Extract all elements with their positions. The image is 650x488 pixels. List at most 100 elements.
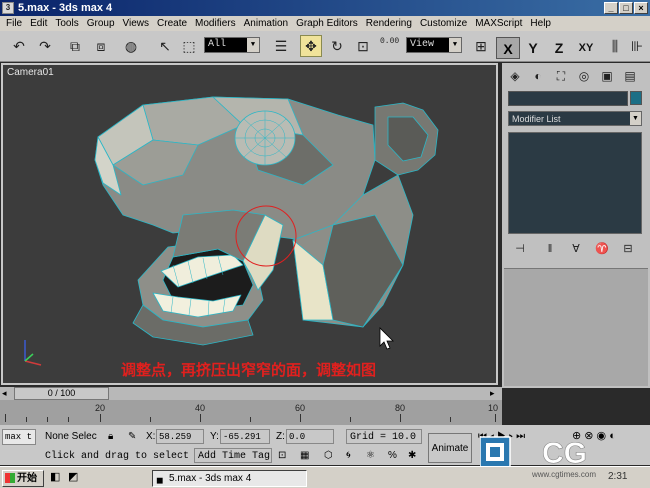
taskbar-item-3dsmax[interactable]: ◼ 5.max - 3ds max 4 <box>152 470 307 487</box>
snap-toggle-icon[interactable]: ⚛ <box>366 448 380 463</box>
align-icon[interactable]: ⊪ <box>626 35 648 57</box>
command-panel: ◈ ◐ ⛶ ◎ ▣ ▤ Modifier List ▼ ⊣ ‖ ∀ ♈ ⊟ <box>502 63 650 388</box>
utilities-tab-icon[interactable]: ▤ <box>621 67 639 85</box>
watermark-url: www.cgtimes.com <box>532 470 597 479</box>
menu-maxscript[interactable]: MAXScript <box>471 16 526 31</box>
pin-stack-icon[interactable]: ⊣ <box>512 241 528 257</box>
z-coordinate-field[interactable]: 0.0 <box>286 429 334 444</box>
track-ruler[interactable]: 20 40 60 80 10 <box>0 400 502 425</box>
parameters-rollout <box>504 268 648 386</box>
x-coordinate-field[interactable]: 58.259 <box>156 429 204 444</box>
time-slider[interactable]: 0 / 100 <box>14 387 109 400</box>
menu-views[interactable]: Views <box>119 16 154 31</box>
bind-space-warp-icon[interactable]: ◍ <box>120 35 142 57</box>
tutorial-caption: 调整点，再挤压出窄窄的面，调整如图 <box>121 361 377 379</box>
edge-snap-icon[interactable]: ✱ <box>408 448 422 463</box>
maximize-button[interactable]: □ <box>619 2 633 14</box>
main-toolbar: ↶ ↷ ⧉ ⧈ ◍ ↖ ⬚ All ▼ ☰ ✥ ↻ ⊡ 0.00 View ▼ … <box>0 31 650 62</box>
axis-tripod-icon <box>24 340 42 366</box>
hierarchy-tab-icon[interactable]: ⛶ <box>552 67 570 85</box>
menu-group[interactable]: Group <box>83 16 119 31</box>
modify-tab-icon[interactable]: ◐ <box>529 67 547 85</box>
start-label: 开始 <box>17 473 37 484</box>
percent-icon[interactable]: % <box>388 448 402 463</box>
minimize-button[interactable]: _ <box>604 2 618 14</box>
snap-icon[interactable]: ⊡ <box>278 448 292 463</box>
chevron-down-icon: ▼ <box>630 112 641 125</box>
object-name-field[interactable] <box>508 91 628 106</box>
display-tab-icon[interactable]: ▣ <box>598 67 616 85</box>
mouse-cursor <box>379 327 394 350</box>
selection-status: None Selec <box>45 431 97 442</box>
undo-icon[interactable]: ↶ <box>8 35 30 57</box>
add-time-tag-button[interactable]: Add Time Tag <box>194 448 272 463</box>
menu-bar: File Edit Tools Group Views Create Modif… <box>0 16 650 31</box>
remove-modifier-icon[interactable]: ♈ <box>594 241 610 257</box>
select-arrow-icon[interactable]: ↖ <box>154 35 176 57</box>
x-label: X: <box>146 431 156 442</box>
modifier-list-dropdown[interactable]: Modifier List ▼ <box>508 111 642 126</box>
prev-frame-icon[interactable]: ◂ <box>2 388 7 399</box>
axis-x-button[interactable]: X <box>496 37 520 59</box>
angle-snap-icon[interactable]: ▦ <box>300 448 314 463</box>
selection-filter-value: All <box>208 39 227 50</box>
pivot-center-icon[interactable]: ⊞ <box>470 35 492 57</box>
menu-create[interactable]: Create <box>153 16 191 31</box>
ruler-label: 20 <box>95 403 106 413</box>
selection-filter-dropdown[interactable]: All ▼ <box>204 37 260 53</box>
axis-z-button[interactable]: Z <box>547 37 571 59</box>
menu-graph-editors[interactable]: Graph Editors <box>292 16 362 31</box>
taskbar: 开始 ◧ ◩ ◼ 5.max - 3ds max 4 www.cgtimes.c… <box>0 466 650 488</box>
rotate-icon[interactable]: ↻ <box>326 35 348 57</box>
percent-snap-icon[interactable]: ⬡ <box>324 448 338 463</box>
system-clock: 2:31 <box>608 471 628 482</box>
modifier-list-label: Modifier List <box>512 114 561 124</box>
select-by-name-icon[interactable]: ☰ <box>270 35 292 57</box>
close-button[interactable]: × <box>634 2 648 14</box>
mirror-icon[interactable]: ⫼ <box>604 35 626 57</box>
menu-help[interactable]: Help <box>526 16 555 31</box>
menu-animation[interactable]: Animation <box>240 16 292 31</box>
make-unique-icon[interactable]: ∀ <box>568 241 584 257</box>
chevron-down-icon: ▼ <box>449 38 461 52</box>
object-color-swatch[interactable] <box>630 91 642 105</box>
link-icon[interactable]: ⧉ <box>64 35 86 57</box>
show-end-result-icon[interactable]: ‖ <box>542 241 558 257</box>
window-title: 5.max - 3ds max 4 <box>18 2 113 14</box>
motion-tab-icon[interactable]: ◎ <box>575 67 593 85</box>
animate-button[interactable]: Animate <box>428 433 472 463</box>
menu-customize[interactable]: Customize <box>416 16 471 31</box>
prompt-line: Click and drag to select <box>45 451 190 462</box>
next-frame-icon[interactable]: ▸ <box>490 388 495 399</box>
windows-logo-icon <box>5 473 15 483</box>
configure-sets-icon[interactable]: ⊟ <box>620 241 636 257</box>
modifier-stack[interactable] <box>508 132 642 234</box>
redo-icon[interactable]: ↷ <box>34 35 56 57</box>
menu-tools[interactable]: Tools <box>51 16 82 31</box>
move-icon[interactable]: ✥ <box>300 35 322 57</box>
reference-coord-dropdown[interactable]: View ▼ <box>406 37 462 53</box>
ruler-label: 10 <box>488 403 499 413</box>
menu-edit[interactable]: Edit <box>26 16 51 31</box>
start-button[interactable]: 开始 <box>2 470 44 487</box>
unlink-icon[interactable]: ⧈ <box>90 35 112 57</box>
transform-mode-icon[interactable]: ✎ <box>128 429 142 444</box>
menu-rendering[interactable]: Rendering <box>362 16 416 31</box>
create-tab-icon[interactable]: ◈ <box>506 67 524 85</box>
spinner-snap-icon[interactable]: 🌀︎ <box>346 448 360 463</box>
axis-xy-button[interactable]: XY <box>574 37 598 59</box>
menu-file[interactable]: File <box>2 16 26 31</box>
ruler-label: 60 <box>295 403 306 413</box>
scale-icon[interactable]: ⊡ <box>352 35 374 57</box>
ruler-label: 40 <box>195 403 206 413</box>
desktop-icon[interactable]: ◩ <box>68 470 84 486</box>
axis-y-button[interactable]: Y <box>521 37 545 59</box>
y-label: Y: <box>210 431 219 442</box>
lock-icon[interactable]: 🔒︎ <box>108 429 120 444</box>
y-coordinate-field[interactable]: -65.291 <box>220 429 270 444</box>
quick-launch-icon[interactable]: ◧ <box>50 470 66 486</box>
region-select-icon[interactable]: ⬚ <box>178 35 200 57</box>
camera-viewport[interactable]: Camera01 调整点，再挤压出窄窄的面，调整如图 <box>1 63 498 385</box>
maxscript-listener[interactable]: max t <box>2 429 36 445</box>
menu-modifiers[interactable]: Modifiers <box>191 16 240 31</box>
